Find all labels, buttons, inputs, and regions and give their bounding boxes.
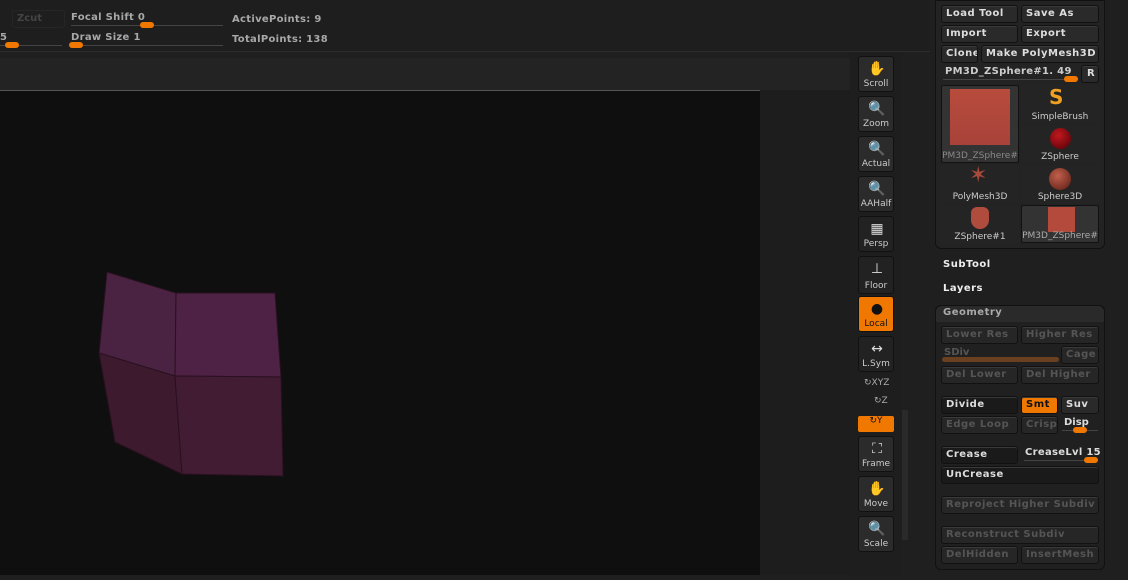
tool-tile-sphere3d[interactable]: Sphere3D (1021, 165, 1099, 203)
edge-loop-button[interactable]: Edge Loop (941, 416, 1018, 434)
crease-level-knob[interactable] (1084, 457, 1098, 463)
rotate-y-button[interactable]: ↻Y (858, 416, 894, 432)
import-button[interactable]: Import (941, 25, 1018, 43)
uncrease-button[interactable]: UnCrease (941, 466, 1099, 484)
disp-knob[interactable] (1073, 427, 1087, 433)
focal-shift-knob[interactable] (140, 22, 154, 28)
clone-button[interactable]: Clone (941, 45, 978, 63)
simplebrush-icon: S (1049, 85, 1064, 109)
floor-icon: ⊥ (870, 261, 884, 277)
layers-header[interactable]: Layers (943, 283, 983, 294)
local-button[interactable]: ● Local (858, 296, 894, 332)
export-button[interactable]: Export (1021, 25, 1099, 43)
frame-icon: ⛶ (872, 441, 882, 457)
tool-tile-zsphere[interactable]: ZSphere (1021, 125, 1099, 163)
canvas-strip (0, 58, 850, 90)
delhidden-button[interactable]: DelHidden (941, 546, 1018, 564)
scale-button[interactable]: 🔍 Scale (858, 516, 894, 552)
draw-size-label: Draw Size 1 (71, 32, 141, 43)
total-points: TotalPoints: 138 (232, 34, 328, 45)
magnifier-icon: 🔍 (868, 101, 886, 117)
focal-shift-label: Focal Shift 0 (71, 12, 146, 23)
mesh-cube (98, 271, 284, 477)
zsphere-chain-icon (971, 207, 989, 229)
rotate-xyz-button[interactable]: ↻XYZ (864, 378, 889, 388)
tool-tile-polymesh3d[interactable]: ✶ PolyMesh3D (941, 163, 1019, 203)
rotate-z-button[interactable]: ↻Z (874, 396, 888, 406)
tool-tile-current[interactable]: PM3D_ZSphere# (941, 85, 1019, 163)
floor-button[interactable]: ⊥ Floor (858, 256, 894, 294)
reconstruct-subdiv-button[interactable]: Reconstruct Subdiv (941, 526, 1099, 544)
move-icon: ✋ (868, 481, 886, 497)
insertmesh-button[interactable]: InsertMesh (1021, 546, 1099, 564)
save-as-button[interactable]: Save As (1021, 5, 1099, 23)
scale-icon: 🔍 (868, 521, 886, 537)
higher-res-button[interactable]: Higher Res (1021, 326, 1099, 344)
tool-name: PM3D_ZSphere#1. 49 (945, 66, 1072, 77)
frame-button[interactable]: ⛶ Frame (858, 436, 894, 472)
divide-button[interactable]: Divide (941, 396, 1018, 414)
tool-slider-knob[interactable] (1064, 76, 1078, 82)
make-polymesh-button[interactable]: Make PolyMesh3D (981, 45, 1099, 63)
left-knob[interactable] (5, 42, 19, 48)
scrollbar[interactable] (902, 410, 908, 540)
suv-toggle[interactable]: Suv (1061, 396, 1099, 414)
scroll-button[interactable]: ✋ Scroll (858, 56, 894, 92)
sphere-icon (1049, 168, 1071, 190)
subtool-header[interactable]: SubTool (943, 259, 991, 270)
hand-icon: ✋ (868, 61, 886, 77)
draw-size-knob[interactable] (69, 42, 83, 48)
move-button[interactable]: ✋ Move (858, 476, 894, 512)
viewport[interactable] (0, 90, 760, 575)
geometry-header[interactable]: Geometry (943, 307, 1002, 318)
zcut-button[interactable]: Zcut (12, 10, 65, 28)
magnifier-half-icon: 🔍 (868, 181, 886, 197)
star-icon: ✶ (969, 163, 988, 188)
draw-size-slider[interactable] (71, 45, 223, 46)
active-points: ActivePoints: 9 (232, 14, 322, 25)
actual-button[interactable]: 🔍 Actual (858, 136, 894, 172)
canvas-side (760, 90, 850, 575)
lower-res-button[interactable]: Lower Res (941, 326, 1018, 344)
persp-button[interactable]: ▦ Persp (858, 216, 894, 252)
tool-tile-simplebrush[interactable]: S SimpleBrush (1021, 85, 1099, 123)
symmetry-icon: ↔ (871, 341, 883, 357)
tool-slider[interactable] (943, 79, 1078, 80)
lsym-button[interactable]: ↔ L.Sym (858, 336, 894, 372)
crease-button[interactable]: Crease (941, 446, 1018, 464)
del-higher-button[interactable]: Del Higher (1021, 366, 1099, 384)
cube-thumbnail-small-icon (1048, 207, 1075, 232)
cage-button[interactable]: Cage (1061, 346, 1099, 364)
grid-icon: ▦ (870, 221, 884, 237)
aahalf-button[interactable]: 🔍 AAHalf (858, 176, 894, 212)
zsphere-icon (1050, 128, 1071, 149)
magnifier-x1-icon: 🔍 (868, 141, 886, 157)
local-icon: ● (870, 301, 884, 317)
tool-tile-pm3d[interactable]: PM3D_ZSphere# (1021, 205, 1099, 243)
zoom-button[interactable]: 🔍 Zoom (858, 96, 894, 132)
del-lower-button[interactable]: Del Lower (941, 366, 1018, 384)
cube-thumbnail-icon (950, 89, 1010, 145)
tool-tile-zsphere1[interactable]: ZSphere#1 (941, 205, 1019, 243)
reproject-button[interactable]: Reproject Higher Subdiv (941, 496, 1099, 514)
sdiv-slider[interactable] (942, 357, 1059, 362)
crisp-button[interactable]: Crisp (1021, 416, 1058, 434)
load-tool-button[interactable]: Load Tool (941, 5, 1018, 23)
r-button[interactable]: R (1081, 65, 1099, 83)
smt-toggle[interactable]: Smt (1021, 396, 1058, 414)
